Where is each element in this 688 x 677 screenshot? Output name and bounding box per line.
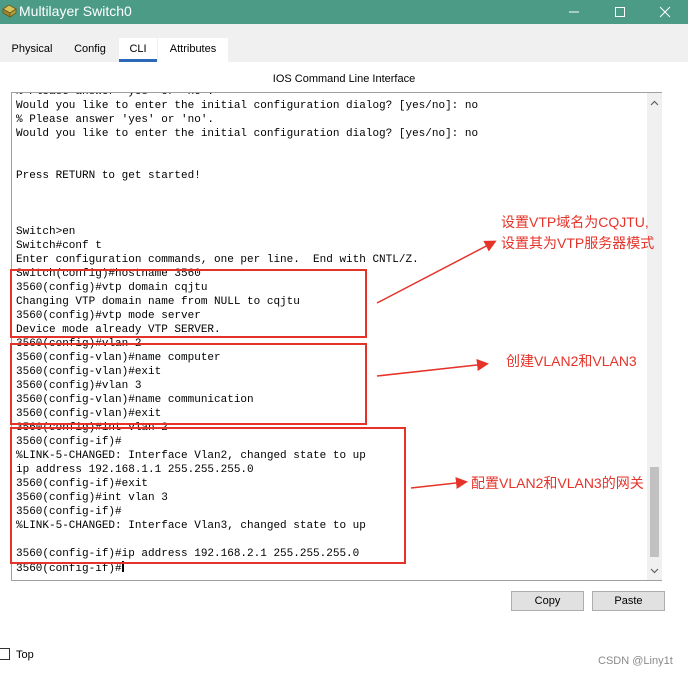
panel-title: IOS Command Line Interface: [272, 73, 416, 85]
terminal-line: Would you like to enter the initial conf…: [16, 100, 479, 112]
annotation-vtp-line2: 设置其为VTP服务器模式: [501, 235, 655, 251]
chevron-up-icon: [650, 100, 659, 105]
annotation-gateway: 配置VLAN2和VLAN3的网关: [471, 475, 644, 491]
close-icon: [659, 6, 671, 18]
tab-attributes[interactable]: Attributes: [158, 38, 228, 62]
terminal-line: Would you like to enter the initial conf…: [16, 128, 479, 140]
minimize-icon: [569, 11, 579, 13]
watermark: CSDN @Liny1t: [598, 655, 673, 667]
terminal-line: Enter configuration commands, one per li…: [16, 254, 419, 266]
paste-button[interactable]: Paste: [592, 591, 665, 611]
copy-button[interactable]: Copy: [511, 591, 584, 611]
tab-physical[interactable]: Physical: [4, 38, 60, 62]
top-label: Top: [16, 649, 34, 661]
tab-strip: Physical Config CLI Attributes: [0, 24, 688, 62]
title-bar: Multilayer Switch0: [0, 0, 688, 24]
tab-cli[interactable]: CLI: [119, 38, 157, 62]
annotation-vtp-line1: 设置VTP域名为CQJTU,: [501, 214, 649, 230]
annotation-box-vtp: [10, 269, 367, 338]
minimize-button[interactable]: [551, 0, 597, 24]
annotation-box-gateway: [10, 427, 406, 564]
scroll-up-button[interactable]: [647, 95, 662, 110]
close-button[interactable]: [642, 0, 688, 24]
maximize-button[interactable]: [597, 0, 643, 24]
terminal-line: % Please answer 'yes' or 'no'.: [16, 92, 215, 98]
top-checkbox[interactable]: [0, 648, 10, 660]
maximize-icon: [615, 7, 625, 17]
terminal-line: Switch>en: [16, 226, 76, 238]
scroll-down-button[interactable]: [647, 563, 662, 578]
terminal-line: Switch#conf t: [16, 240, 102, 252]
chevron-down-icon: [650, 568, 659, 573]
terminal-line: % Please answer 'yes' or 'no'.: [16, 114, 215, 126]
terminal-line: Press RETURN to get started!: [16, 170, 201, 182]
tab-config[interactable]: Config: [64, 38, 116, 62]
annotation-vlan: 创建VLAN2和VLAN3: [506, 353, 637, 369]
terminal-scrollbar[interactable]: [647, 93, 662, 580]
window-title: Multilayer Switch0: [19, 3, 132, 19]
scroll-thumb[interactable]: [650, 467, 659, 557]
annotation-box-vlan: [10, 343, 367, 425]
router-icon: [2, 3, 17, 18]
